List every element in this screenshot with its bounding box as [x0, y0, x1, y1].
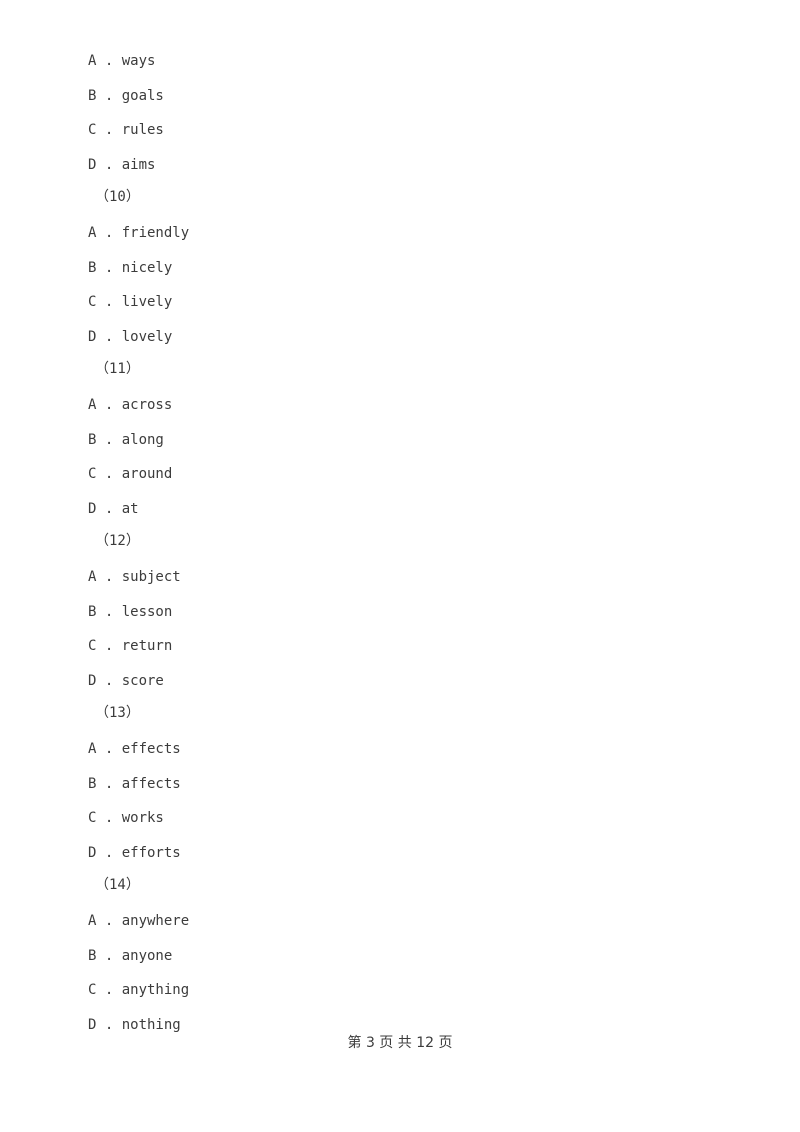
option-d[interactable]: D . aims: [88, 158, 155, 172]
option-d[interactable]: D . score: [88, 674, 164, 688]
option-d[interactable]: D . efforts: [88, 846, 181, 860]
question-number-14: （14）: [95, 877, 140, 893]
document-page: A . ways B . goals C . rules D . aims （10） A …: [0, 0, 800, 1132]
question-number-10: （10）: [95, 189, 140, 205]
option-c[interactable]: C . lively: [88, 295, 172, 309]
option-c[interactable]: C . rules: [88, 123, 164, 137]
question-number-11: （11）: [95, 361, 140, 377]
option-d[interactable]: D . nothing: [88, 1018, 181, 1032]
option-a[interactable]: A . subject: [88, 570, 181, 584]
question-number-12: （12）: [95, 533, 140, 549]
option-b[interactable]: B . goals: [88, 89, 164, 103]
question-number-13: （13）: [95, 705, 140, 721]
option-d[interactable]: D . at: [88, 502, 139, 516]
option-b[interactable]: B . nicely: [88, 261, 172, 275]
option-b[interactable]: B . affects: [88, 777, 181, 791]
option-a[interactable]: A . across: [88, 398, 172, 412]
option-a[interactable]: A . effects: [88, 742, 181, 756]
option-c[interactable]: C . return: [88, 639, 172, 653]
option-c[interactable]: C . anything: [88, 983, 189, 997]
option-b[interactable]: B . anyone: [88, 949, 172, 963]
option-d[interactable]: D . lovely: [88, 330, 172, 344]
option-c[interactable]: C . works: [88, 811, 164, 825]
option-a[interactable]: A . friendly: [88, 226, 189, 240]
option-c[interactable]: C . around: [88, 467, 172, 481]
page-footer: 第 3 页 共 12 页: [347, 1035, 453, 1051]
option-a[interactable]: A . anywhere: [88, 914, 189, 928]
option-b[interactable]: B . along: [88, 433, 164, 447]
option-a[interactable]: A . ways: [88, 54, 155, 68]
option-b[interactable]: B . lesson: [88, 605, 172, 619]
